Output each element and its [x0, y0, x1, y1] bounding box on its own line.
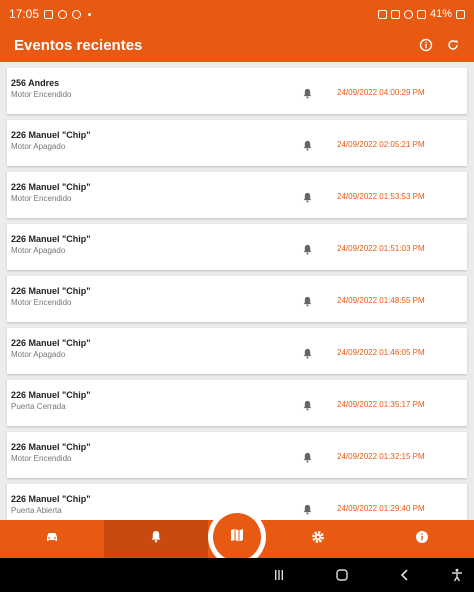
- event-type: Puerta Cerrada: [11, 402, 66, 411]
- bell-icon: [302, 190, 313, 203]
- tab-about[interactable]: [370, 520, 474, 558]
- status-time: 17:05: [9, 7, 40, 21]
- event-timestamp: 24/09/2022 02:05:21 PM: [337, 140, 425, 149]
- event-vehicle-name: 226 Manuel "Chip": [11, 390, 91, 400]
- event-timestamp: 24/09/2022 01:53:53 PM: [337, 192, 425, 201]
- event-row[interactable]: 226 Manuel "Chip" Motor Apagado 24/09/2022…: [7, 328, 467, 374]
- bell-icon: [302, 138, 313, 151]
- gear-icon: [311, 530, 325, 549]
- event-timestamp: 24/09/2022 04:00:29 PM: [337, 88, 425, 97]
- bell-icon: [302, 450, 313, 463]
- facebook-notification-icon: [58, 9, 68, 19]
- event-vehicle-name: 226 Manuel "Chip": [11, 286, 91, 296]
- mute-icon: [390, 9, 400, 19]
- gallery-notification-icon: [44, 9, 54, 19]
- bell-icon: [302, 398, 313, 411]
- tab-events[interactable]: [104, 520, 208, 558]
- event-vehicle-name: 226 Manuel "Chip": [11, 494, 91, 504]
- status-bar: 17:05 41%: [0, 0, 474, 28]
- event-row[interactable]: 226 Manuel "Chip" Motor Apagado 24/09/2022…: [7, 120, 467, 166]
- map-button[interactable]: [213, 513, 261, 561]
- page-title: Eventos recientes: [14, 36, 143, 54]
- event-vehicle-name: 226 Manuel "Chip": [11, 234, 91, 244]
- bell-icon: [302, 502, 313, 515]
- event-timestamp: 24/09/2022 01:29:40 PM: [337, 504, 425, 513]
- event-type: Motor Encendido: [11, 454, 72, 463]
- event-timestamp: 24/09/2022 01:51:03 PM: [337, 244, 425, 253]
- event-type: Motor Encendido: [11, 90, 72, 99]
- battery-icon: [456, 9, 465, 19]
- bell-icon: [302, 294, 313, 307]
- event-type: Motor Encendido: [11, 298, 72, 307]
- event-type: Motor Apagado: [11, 350, 66, 359]
- event-vehicle-name: 226 Manuel "Chip": [11, 182, 91, 192]
- event-row[interactable]: 256 Andres Motor Encendido 24/09/2022 04:0…: [7, 68, 467, 114]
- wifi-icon: [403, 9, 413, 19]
- info-icon: [415, 530, 429, 549]
- event-row[interactable]: 226 Manuel "Chip" Motor Apagado 24/09/2022…: [7, 224, 467, 270]
- event-row[interactable]: 226 Manuel "Chip" Motor Encendido 24/09/20…: [7, 172, 467, 218]
- event-vehicle-name: 226 Manuel "Chip": [11, 130, 91, 140]
- system-nav-bar: [0, 558, 474, 592]
- accessibility-icon[interactable]: [448, 566, 466, 584]
- event-row[interactable]: 226 Manuel "Chip" Motor Encendido 24/09/20…: [7, 432, 467, 478]
- event-type: Puerta Abierta: [11, 506, 62, 515]
- messenger-notification-icon: [72, 9, 82, 19]
- info-circle-icon[interactable]: [419, 38, 433, 52]
- battery-level: 41%: [429, 8, 452, 20]
- event-vehicle-name: 226 Manuel "Chip": [11, 338, 91, 348]
- event-row[interactable]: 226 Manuel "Chip" Puerta Cerrada 24/09/202…: [7, 380, 467, 426]
- app-bar: Eventos recientes: [0, 28, 474, 62]
- event-timestamp: 24/09/2022 01:48:55 PM: [337, 296, 425, 305]
- back-icon[interactable]: [396, 566, 414, 584]
- more-notifications-icon: [88, 12, 92, 16]
- refresh-icon[interactable]: [446, 38, 460, 52]
- map-icon: [229, 527, 245, 548]
- recent-apps-icon[interactable]: [270, 566, 288, 584]
- bell-icon: [302, 346, 313, 359]
- event-timestamp: 24/09/2022 01:35:17 PM: [337, 400, 425, 409]
- home-icon[interactable]: [333, 566, 351, 584]
- tab-settings[interactable]: [266, 520, 370, 558]
- car-icon: [45, 530, 59, 548]
- tab-vehicles[interactable]: [0, 520, 104, 558]
- event-timestamp: 24/09/2022 01:32:15 PM: [337, 452, 425, 461]
- event-timestamp: 24/09/2022 01:46:05 PM: [337, 348, 425, 357]
- event-vehicle-name: 256 Andres: [11, 78, 60, 88]
- event-list[interactable]: 256 Andres Motor Encendido 24/09/2022 04:0…: [0, 62, 474, 520]
- event-row[interactable]: 226 Manuel "Chip" Motor Encendido 24/09/20…: [7, 276, 467, 322]
- event-type: Motor Encendido: [11, 194, 72, 203]
- alarm-icon: [377, 9, 387, 19]
- event-type: Motor Apagado: [11, 246, 66, 255]
- bell-icon: [302, 242, 313, 255]
- event-type: Motor Apagado: [11, 142, 66, 151]
- signal-icon: [416, 9, 426, 19]
- bell-icon: [302, 86, 313, 99]
- bell-icon: [150, 530, 162, 548]
- event-vehicle-name: 226 Manuel "Chip": [11, 442, 91, 452]
